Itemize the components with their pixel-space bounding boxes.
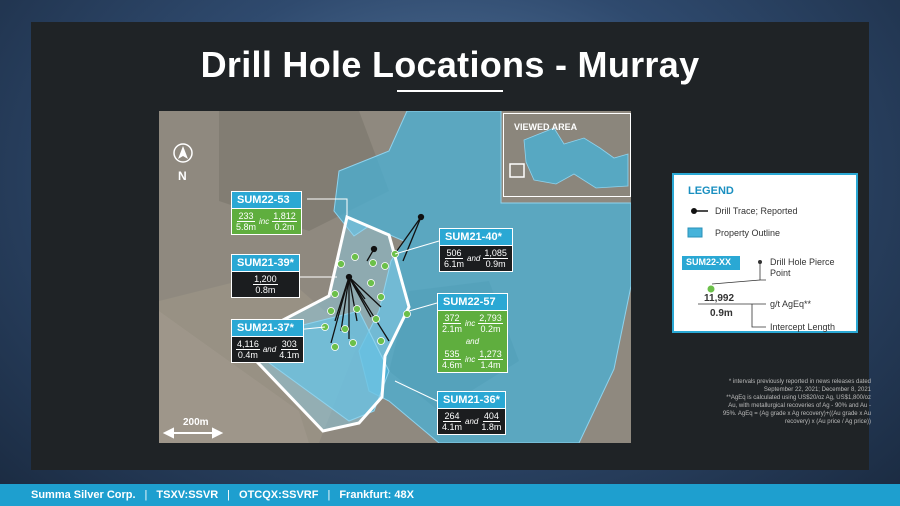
- scale-label: 200m: [183, 417, 209, 428]
- legend-length-label: Intercept Length: [770, 322, 836, 332]
- label-sum21-36: SUM21-36* 264 4.1m and 404 1.8m: [437, 391, 507, 435]
- label-sum21-39: SUM21-39* 1,200 0.8m: [231, 254, 300, 298]
- legend-example-length: 0.9m: [710, 308, 733, 319]
- inset-title: VIEWED AREA: [514, 122, 578, 132]
- legend-box: LEGEND Drill Trace; Reported Property Ou…: [672, 173, 858, 333]
- label-sum21-37: SUM21-37* 4,116 0.4m and 303 4.1m: [231, 319, 305, 363]
- legend-drill-trace-label: Drill Trace; Reported: [715, 206, 798, 216]
- hole-name: SUM21-36*: [437, 391, 507, 409]
- footnotes: * intervals previously reported in news …: [722, 379, 871, 425]
- slide-panel: Drill Hole Locations - Murray N 200m VIE…: [31, 22, 871, 470]
- pierce-point-icon: [707, 285, 715, 293]
- legend-grade-label: g/t AgEq**: [770, 299, 812, 309]
- tsxv-ticker: TSXV:SSVR: [156, 489, 219, 501]
- property-outline-icon: [687, 227, 703, 238]
- hole-name: SUM21-39*: [231, 254, 300, 272]
- legend-example-value: 11,992: [704, 293, 735, 304]
- footer-bar: Summa Silver Corp. | TSXV:SSVR | OTCQX:S…: [0, 484, 900, 506]
- label-sum21-40: SUM21-40* 506 6.1m and 1,085 0.9m: [439, 228, 513, 272]
- satellite-map: N 200m VIEWED AREA SUM22-53 233 5.8m inc …: [159, 111, 631, 443]
- title-underline: [397, 90, 503, 92]
- legend-pierce-label: Drill Hole Pierce Point: [770, 257, 835, 278]
- hole-name: SUM22-53: [231, 191, 302, 209]
- hole-name: SUM22-57: [437, 293, 508, 311]
- legend-example-name: SUM22-XX: [686, 257, 732, 267]
- drill-trace-icon: [691, 208, 708, 214]
- hole-name: SUM21-40*: [439, 228, 513, 246]
- inset-map: VIEWED AREA: [503, 113, 631, 197]
- label-sum22-53: SUM22-53 233 5.8m inc 1,812 0.2m: [231, 191, 302, 235]
- otcqx-ticker: OTCQX:SSVRF: [239, 489, 319, 501]
- hole-name: SUM21-37*: [231, 319, 305, 337]
- slide-title: Drill Hole Locations - Murray: [200, 44, 700, 85]
- frankfurt-ticker: Frankfurt: 48X: [339, 489, 414, 501]
- legend-symbols: [682, 208, 766, 328]
- label-sum22-57: SUM22-57 372 2.1m inc 2,793 0.2m and 535 4.…: [437, 293, 508, 373]
- north-label: N: [178, 169, 187, 183]
- company-name: Summa Silver Corp.: [31, 489, 136, 501]
- legend-property-label: Property Outline: [715, 228, 781, 238]
